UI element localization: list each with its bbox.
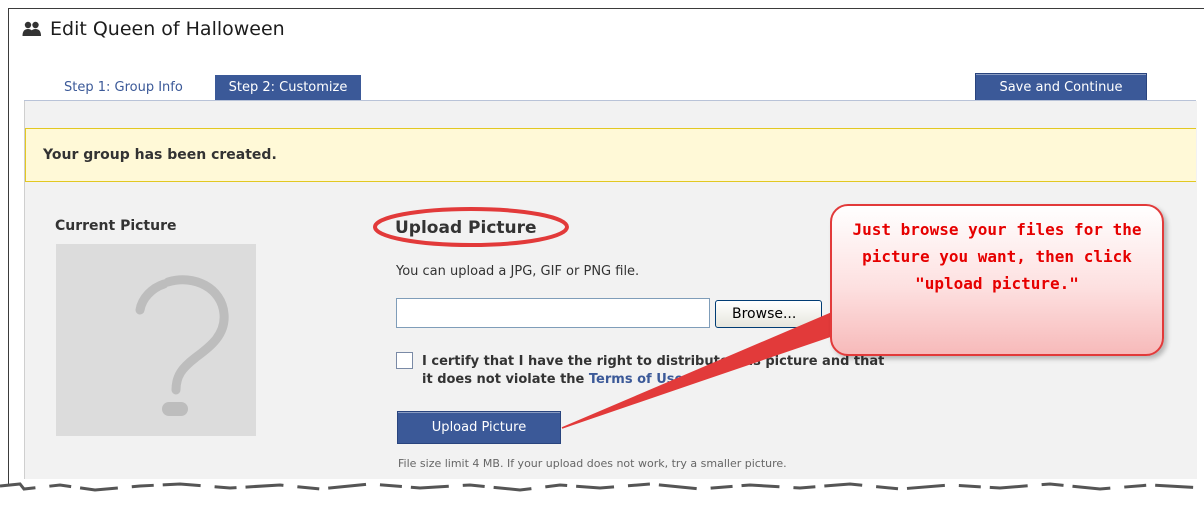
annotation-callout: Just browse your files for the picture y… (830, 204, 1164, 356)
torn-edge (0, 482, 1204, 508)
